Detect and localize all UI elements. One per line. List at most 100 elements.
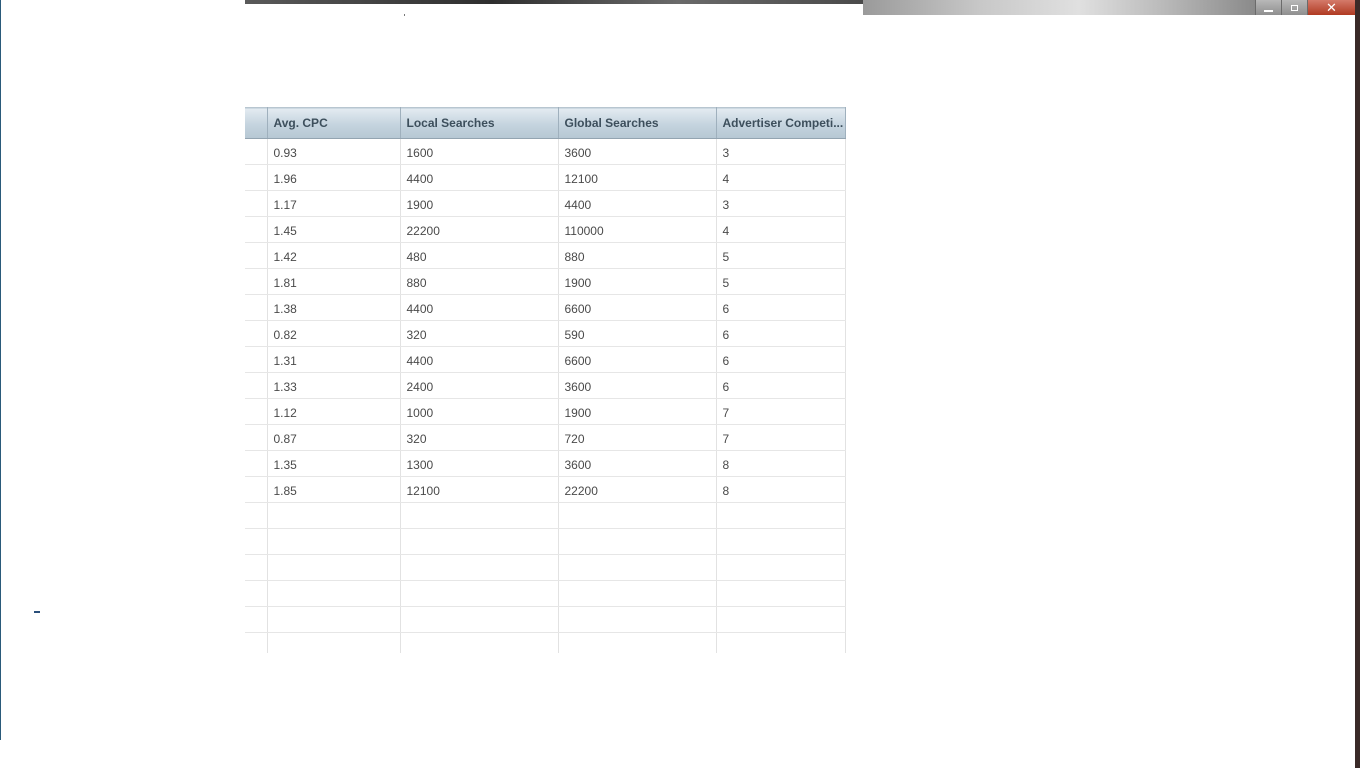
- table-row[interactable]: 1.81 880 1900 5: [245, 268, 846, 295]
- close-button[interactable]: ✕: [1307, 0, 1355, 15]
- cell-local-searches: 4400: [400, 346, 559, 373]
- table-body: 0.93 1600 3600 3 1.96 4400 12100 4 1.17 1900 4400 3…: [245, 138, 846, 653]
- cell-advertiser-competition: 7: [716, 398, 846, 425]
- row-select-cell[interactable]: [245, 372, 268, 399]
- row-select-cell[interactable]: [245, 346, 268, 373]
- column-header-local-searches[interactable]: Local Searches: [400, 107, 559, 139]
- empty-cell: [267, 528, 401, 555]
- row-select-cell[interactable]: [245, 268, 268, 295]
- cell-global-searches: 6600: [558, 346, 717, 373]
- cell-avg-cpc: 1.31: [267, 346, 401, 373]
- table-row[interactable]: 1.45 22200 110000 4: [245, 216, 846, 243]
- row-select-cell[interactable]: [245, 398, 268, 425]
- empty-cell: [716, 528, 846, 555]
- empty-cell: [558, 632, 717, 653]
- table-row[interactable]: 1.17 1900 4400 3: [245, 190, 846, 217]
- cell-local-searches: 4400: [400, 294, 559, 321]
- cell-local-searches: 1600: [400, 138, 559, 165]
- row-select-cell[interactable]: [245, 320, 268, 347]
- cell-avg-cpc: 1.42: [267, 242, 401, 269]
- cell-global-searches: 1900: [558, 398, 717, 425]
- empty-cell: [245, 580, 268, 607]
- cell-global-searches: 6600: [558, 294, 717, 321]
- table-row[interactable]: 1.12 1000 1900 7: [245, 398, 846, 425]
- cell-local-searches: 1900: [400, 190, 559, 217]
- table-row[interactable]: 1.35 1300 3600 8: [245, 450, 846, 477]
- table-row-empty: [245, 528, 846, 555]
- empty-cell: [400, 632, 559, 653]
- row-select-cell[interactable]: [245, 294, 268, 321]
- minimize-button[interactable]: [1255, 0, 1281, 15]
- row-select-cell[interactable]: [245, 216, 268, 243]
- table-row[interactable]: 1.85 12100 22200 8: [245, 476, 846, 503]
- empty-cell: [245, 528, 268, 555]
- restore-button[interactable]: [1281, 0, 1307, 15]
- title-bar-background: [863, 0, 1255, 15]
- column-header-advertiser-competition[interactable]: Advertiser Competi...: [716, 107, 846, 139]
- empty-cell: [716, 554, 846, 581]
- empty-cell: [400, 502, 559, 529]
- empty-cell: [245, 606, 268, 633]
- table-row[interactable]: 0.87 320 720 7: [245, 424, 846, 451]
- close-icon: ✕: [1326, 0, 1337, 15]
- empty-cell: [245, 554, 268, 581]
- cell-global-searches: 3600: [558, 450, 717, 477]
- cell-advertiser-competition: 8: [716, 476, 846, 503]
- column-header-row-select[interactable]: [245, 107, 268, 139]
- cell-avg-cpc: 1.35: [267, 450, 401, 477]
- window-controls: ✕: [1255, 0, 1355, 15]
- column-header-global-searches[interactable]: Global Searches: [558, 107, 717, 139]
- cell-global-searches: 12100: [558, 164, 717, 191]
- table-row[interactable]: 1.38 4400 6600 6: [245, 294, 846, 321]
- cell-advertiser-competition: 6: [716, 320, 846, 347]
- empty-cell: [558, 580, 717, 607]
- cell-local-searches: 2400: [400, 372, 559, 399]
- table-row[interactable]: 1.33 2400 3600 6: [245, 372, 846, 399]
- empty-cell: [400, 580, 559, 607]
- cell-global-searches: 3600: [558, 138, 717, 165]
- cell-advertiser-competition: 6: [716, 294, 846, 321]
- row-select-cell[interactable]: [245, 450, 268, 477]
- cell-local-searches: 12100: [400, 476, 559, 503]
- cell-global-searches: 590: [558, 320, 717, 347]
- cell-avg-cpc: 1.45: [267, 216, 401, 243]
- empty-cell: [267, 554, 401, 581]
- cell-advertiser-competition: 5: [716, 268, 846, 295]
- empty-cell: [558, 502, 717, 529]
- app-window: ✕ Avg. CPC Local Searches Global Searche…: [0, 0, 1360, 768]
- cell-global-searches: 3600: [558, 372, 717, 399]
- table-row-empty: [245, 554, 846, 581]
- empty-cell: [558, 554, 717, 581]
- row-select-cell[interactable]: [245, 242, 268, 269]
- cell-local-searches: 4400: [400, 164, 559, 191]
- row-select-cell[interactable]: [245, 424, 268, 451]
- table-row[interactable]: 1.31 4400 6600 6: [245, 346, 846, 373]
- cell-avg-cpc: 1.85: [267, 476, 401, 503]
- cell-advertiser-competition: 6: [716, 346, 846, 373]
- table-row[interactable]: 1.96 4400 12100 4: [245, 164, 846, 191]
- cell-global-searches: 880: [558, 242, 717, 269]
- cell-global-searches: 4400: [558, 190, 717, 217]
- cell-advertiser-competition: 8: [716, 450, 846, 477]
- empty-cell: [245, 632, 268, 653]
- table-row-empty: [245, 580, 846, 607]
- empty-cell: [716, 580, 846, 607]
- cell-local-searches: 1300: [400, 450, 559, 477]
- empty-cell: [267, 606, 401, 633]
- row-select-cell[interactable]: [245, 476, 268, 503]
- table-row[interactable]: 0.82 320 590 6: [245, 320, 846, 347]
- cell-local-searches: 1000: [400, 398, 559, 425]
- window-right-border: [1355, 0, 1360, 768]
- table-row[interactable]: 0.93 1600 3600 3: [245, 138, 846, 165]
- empty-cell: [558, 528, 717, 555]
- cell-advertiser-competition: 4: [716, 164, 846, 191]
- row-select-cell[interactable]: [245, 138, 268, 165]
- title-strip: [245, 0, 863, 4]
- table-row[interactable]: 1.42 480 880 5: [245, 242, 846, 269]
- empty-cell: [267, 502, 401, 529]
- column-header-avg-cpc[interactable]: Avg. CPC: [267, 107, 401, 139]
- row-select-cell[interactable]: [245, 190, 268, 217]
- cell-local-searches: 480: [400, 242, 559, 269]
- cell-advertiser-competition: 4: [716, 216, 846, 243]
- row-select-cell[interactable]: [245, 164, 268, 191]
